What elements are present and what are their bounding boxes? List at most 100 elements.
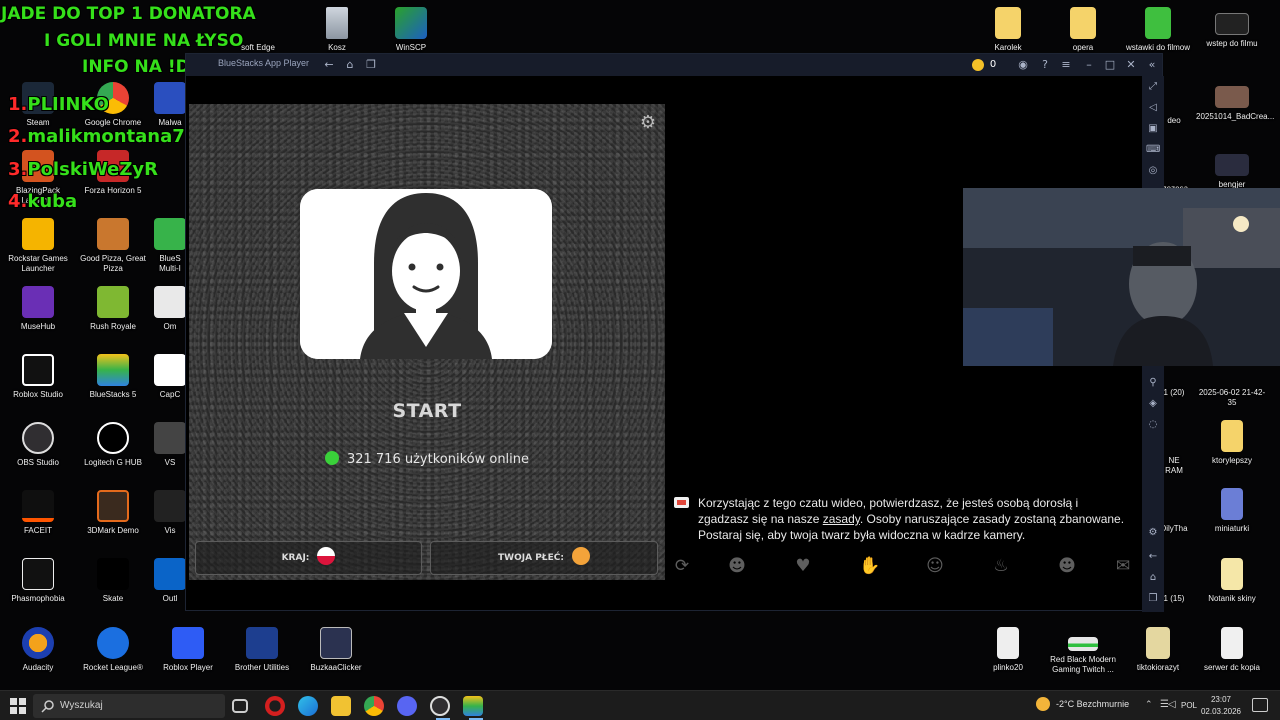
- edge-taskbar-icon[interactable]: [298, 696, 318, 716]
- fullscreen-icon[interactable]: ⤢: [1146, 80, 1160, 94]
- desktop-icon-vs[interactable]: VS: [150, 420, 190, 484]
- sidebar-home-icon[interactable]: ⌂: [1146, 571, 1160, 585]
- desktop-icon-ram[interactable]: NE RAM: [1160, 418, 1188, 482]
- macro-icon[interactable]: ◎: [1146, 164, 1160, 178]
- donor-name: PolskiWeZyR: [27, 159, 159, 180]
- volume-tray-icon[interactable]: ◁: [1168, 699, 1176, 710]
- outlook-icon: [154, 558, 186, 590]
- thumbs-up-emoji-icon[interactable]: ✋: [859, 556, 880, 576]
- weather-text[interactable]: -2°C Bezchmurnie: [1056, 699, 1129, 709]
- account-icon[interactable]: ◉: [1016, 58, 1030, 72]
- location-icon[interactable]: ⚲: [1146, 376, 1160, 390]
- maximize-icon[interactable]: □: [1103, 58, 1117, 72]
- desktop-icon-15[interactable]: 1 (15): [1160, 556, 1188, 620]
- clock-date[interactable]: 02.03.2026: [1199, 707, 1243, 716]
- chrome-taskbar-icon[interactable]: [364, 696, 384, 716]
- folder-icon: [1221, 488, 1243, 520]
- desktop-icon-redblack[interactable]: Red Black Modern Gaming Twitch ...: [1047, 625, 1119, 689]
- avatar-placeholder: [300, 189, 552, 359]
- sidebar-recent-icon[interactable]: ❐: [1146, 592, 1160, 606]
- gender-selector[interactable]: TWOJA PŁEĆ:: [430, 541, 658, 575]
- desktop-icon-audacity[interactable]: Audacity: [2, 625, 74, 689]
- discord-taskbar-icon[interactable]: [397, 696, 417, 716]
- desktop-icon-tiktoki[interactable]: tiktokiorazyt: [1122, 625, 1194, 689]
- notifications-icon[interactable]: [1252, 698, 1268, 712]
- opera-gx-icon[interactable]: [265, 696, 285, 716]
- desktop-icon-wstep[interactable]: wstep do filmu: [1196, 5, 1268, 69]
- layers-icon[interactable]: ◈: [1146, 397, 1160, 411]
- donor-rank: 1.: [8, 94, 28, 115]
- desktop-icon-outlook[interactable]: Outl: [150, 556, 190, 620]
- desktop-icon-vis[interactable]: Vis: [150, 488, 190, 552]
- rules-link[interactable]: zasady: [823, 512, 860, 526]
- file-icon: [1160, 488, 1188, 520]
- desktop-icon-musehub[interactable]: MuseHub: [2, 284, 74, 348]
- desktop-icon-video[interactable]: deo: [1160, 78, 1188, 142]
- desktop-icon-bluestacks-multi[interactable]: BlueS Multi-I: [150, 216, 190, 280]
- heart-emoji-icon[interactable]: ♥: [793, 556, 813, 576]
- multi-window-icon[interactable]: ❐: [364, 58, 378, 72]
- eco-icon[interactable]: ◌: [1146, 418, 1160, 432]
- desktop-icon-bluestacks5[interactable]: BlueStacks 5: [77, 352, 149, 416]
- task-view-icon[interactable]: [232, 699, 248, 713]
- sidebar-settings-icon[interactable]: ⚙: [1146, 526, 1160, 540]
- start-button[interactable]: START: [189, 400, 665, 422]
- home-icon[interactable]: ⌂: [343, 58, 357, 72]
- desktop-icon-oilytha[interactable]: OilyTha...: [1160, 486, 1188, 550]
- desktop-icon-notanik[interactable]: Notanik skiny: [1196, 556, 1268, 620]
- taskbar-search-box[interactable]: Wyszukaj: [33, 694, 225, 718]
- desktop-icon-badcrea[interactable]: 20251014_BadCrea...: [1196, 78, 1274, 142]
- minimize-icon[interactable]: –: [1082, 58, 1096, 72]
- smile-emoji-icon[interactable]: ☺: [925, 556, 945, 576]
- donor-name: PLIINKO: [27, 94, 109, 115]
- desktop-icon-om[interactable]: Om: [150, 284, 190, 348]
- input-language[interactable]: POL: [1181, 701, 1197, 710]
- bluestacks-taskbar-icon[interactable]: [463, 696, 483, 716]
- file-explorer-icon[interactable]: [331, 696, 351, 716]
- screen-record-icon[interactable]: ▣: [1146, 122, 1160, 136]
- desktop-icon-miniaturki[interactable]: miniaturki: [1196, 486, 1268, 550]
- desktop-icon-rocketleague[interactable]: Rocket League®: [77, 625, 149, 689]
- desktop-icon-capcut[interactable]: CapC: [150, 352, 190, 416]
- image-file-icon: [1215, 86, 1249, 108]
- refresh-icon[interactable]: ⟳: [672, 556, 692, 576]
- desktop-icon-ktorylepszy[interactable]: ktorylepszy: [1196, 418, 1268, 482]
- desktop-icon-rushroyale[interactable]: Rush Royale: [77, 284, 149, 348]
- desktop-icon-ghub[interactable]: Logitech G HUB: [77, 420, 149, 484]
- chat-bubble-icon[interactable]: ✉: [1113, 556, 1133, 576]
- sidebar-back-icon[interactable]: ←: [1146, 550, 1160, 564]
- desktop-icon-faceit[interactable]: FACEIT: [2, 488, 74, 552]
- desktop-icon-roblox-player[interactable]: Roblox Player: [152, 625, 224, 689]
- menu-icon[interactable]: ≡: [1059, 58, 1073, 72]
- desktop-icon-plinko20[interactable]: plinko20: [972, 625, 1044, 689]
- country-selector[interactable]: KRAJ:: [195, 541, 422, 575]
- desktop-icon-serwer[interactable]: serwer dc kopia: [1196, 625, 1268, 689]
- close-icon[interactable]: ✕: [1124, 58, 1138, 72]
- settings-gear-icon[interactable]: ⚙: [638, 113, 658, 133]
- heart-eyes-emoji-icon[interactable]: ☻: [1057, 556, 1077, 576]
- obs-taskbar-icon[interactable]: [430, 696, 450, 716]
- desktop-icon-roblox-studio[interactable]: Roblox Studio: [2, 352, 74, 416]
- desktop-icon-skate[interactable]: Skate: [77, 556, 149, 620]
- windows-start-icon[interactable]: [10, 698, 26, 714]
- help-icon[interactable]: ?: [1038, 58, 1052, 72]
- desktop-icon-phasmophobia[interactable]: Phasmophobia: [2, 556, 74, 620]
- overlay-headline-1: JADE DO TOP 1 DONATORA: [1, 4, 256, 24]
- collapse-sidebar-icon[interactable]: «: [1145, 58, 1159, 72]
- back-icon[interactable]: ←: [322, 58, 336, 72]
- desktop-icon-forza[interactable]: Forza Horizon 5: [77, 148, 149, 212]
- fire-emoji-icon[interactable]: ♨: [991, 556, 1011, 576]
- desktop-icon-goodpizza[interactable]: Good Pizza, Great Pizza: [77, 216, 149, 280]
- desktop-icon-brother[interactable]: Brother Utilities: [226, 625, 298, 689]
- clock-time[interactable]: 23:07: [1204, 695, 1238, 704]
- vis-icon: [154, 490, 186, 522]
- tray-chevron-icon[interactable]: ⌃: [1145, 700, 1153, 710]
- desktop-icon-3dmark[interactable]: 3DMark Demo: [77, 488, 149, 552]
- desktop-icon-obs[interactable]: OBS Studio: [2, 420, 74, 484]
- volume-icon[interactable]: ◁: [1146, 101, 1160, 115]
- desktop-icon-rockstar[interactable]: Rockstar Games Launcher: [2, 216, 74, 280]
- laugh-emoji-icon[interactable]: ☻: [727, 556, 747, 576]
- keyboard-icon[interactable]: ⌨: [1146, 143, 1160, 157]
- desktop-icon-buzkaaclicker[interactable]: BuzkaaClicker: [300, 625, 372, 689]
- brother-icon: [246, 627, 278, 659]
